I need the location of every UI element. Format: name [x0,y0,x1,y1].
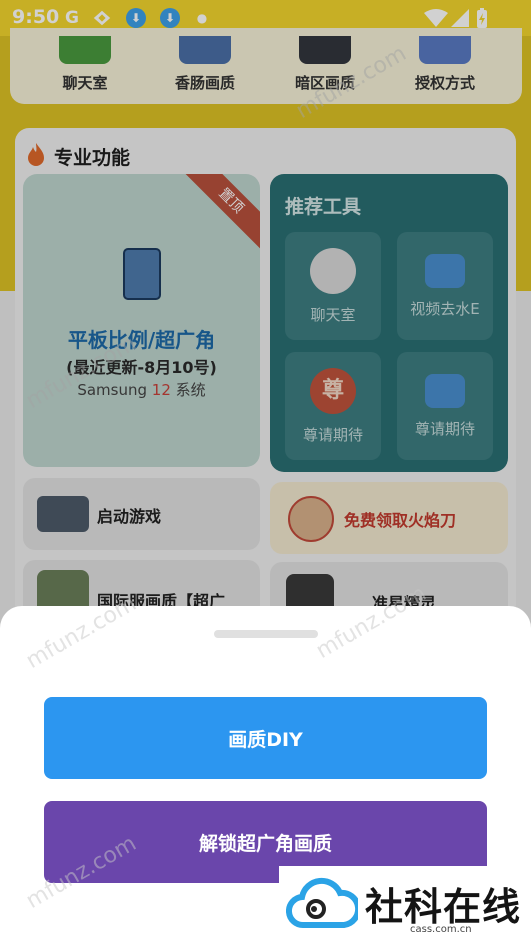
brand-url: cass.com.cn [410,924,472,935]
quality-diy-button[interactable]: 画质DIY [44,697,487,779]
brand-name: 社科在线 [365,884,522,929]
cloud-logo-icon [285,873,362,939]
sheet-drag-handle[interactable] [214,630,318,638]
